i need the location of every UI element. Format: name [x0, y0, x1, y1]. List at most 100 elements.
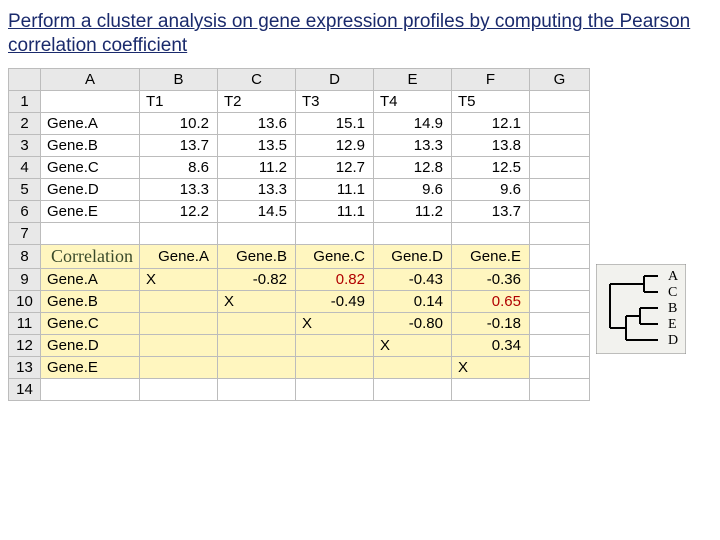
cell[interactable] — [529, 90, 589, 112]
cell[interactable]: 11.1 — [295, 200, 373, 222]
row-header[interactable]: 8 — [9, 244, 41, 268]
cell[interactable]: Gene.A — [41, 112, 140, 134]
cell[interactable]: Gene.B — [41, 134, 140, 156]
cell[interactable] — [217, 312, 295, 334]
row-header[interactable]: 4 — [9, 156, 41, 178]
cell[interactable] — [41, 378, 140, 400]
cell[interactable] — [217, 356, 295, 378]
cell[interactable]: Gene.E — [41, 356, 140, 378]
cell[interactable]: 13.3 — [217, 178, 295, 200]
row-header[interactable]: 14 — [9, 378, 41, 400]
col-header[interactable]: F — [451, 68, 529, 90]
cell[interactable]: 12.9 — [295, 134, 373, 156]
cell[interactable] — [295, 378, 373, 400]
cell[interactable]: 14.5 — [217, 200, 295, 222]
cell[interactable]: 12.8 — [373, 156, 451, 178]
row-header[interactable]: 6 — [9, 200, 41, 222]
cell[interactable]: 12.1 — [451, 112, 529, 134]
cell[interactable] — [529, 378, 589, 400]
cell[interactable]: -0.36 — [451, 268, 529, 290]
cell[interactable]: Gene.B — [41, 290, 140, 312]
cell[interactable]: 13.5 — [217, 134, 295, 156]
cell[interactable] — [139, 378, 217, 400]
cell[interactable]: 12.5 — [451, 156, 529, 178]
cell[interactable]: 13.3 — [139, 178, 217, 200]
cell[interactable] — [529, 112, 589, 134]
row-header[interactable]: 2 — [9, 112, 41, 134]
row-header[interactable]: 11 — [9, 312, 41, 334]
cell[interactable]: 0.65 — [451, 290, 529, 312]
row-header[interactable]: 7 — [9, 222, 41, 244]
cell[interactable] — [451, 378, 529, 400]
cell[interactable]: Gene.D — [41, 178, 140, 200]
cell[interactable]: 13.7 — [139, 134, 217, 156]
col-header[interactable]: D — [295, 68, 373, 90]
cell[interactable]: -0.49 — [295, 290, 373, 312]
cell[interactable]: Gene.B — [217, 244, 295, 268]
cell[interactable] — [373, 378, 451, 400]
cell[interactable]: 10.2 — [139, 112, 217, 134]
cell[interactable] — [41, 90, 140, 112]
cell[interactable] — [529, 222, 589, 244]
cell[interactable] — [295, 334, 373, 356]
cell[interactable] — [139, 222, 217, 244]
cell[interactable]: -0.82 — [217, 268, 295, 290]
cell[interactable]: T3 — [295, 90, 373, 112]
cell[interactable] — [217, 378, 295, 400]
cell[interactable] — [139, 334, 217, 356]
cell[interactable] — [139, 290, 217, 312]
cell[interactable]: 14.9 — [373, 112, 451, 134]
cell[interactable]: Gene.C — [295, 244, 373, 268]
cell[interactable] — [529, 134, 589, 156]
cell[interactable]: T5 — [451, 90, 529, 112]
cell[interactable]: Gene.D — [373, 244, 451, 268]
col-header[interactable]: E — [373, 68, 451, 90]
cell[interactable] — [529, 356, 589, 378]
row-header[interactable]: 9 — [9, 268, 41, 290]
cell[interactable]: Gene.E — [41, 200, 140, 222]
cell[interactable]: 13.6 — [217, 112, 295, 134]
col-header[interactable]: A — [41, 68, 140, 90]
cell[interactable] — [529, 200, 589, 222]
cell[interactable]: T4 — [373, 90, 451, 112]
cell[interactable]: 13.3 — [373, 134, 451, 156]
cell[interactable] — [529, 156, 589, 178]
cell[interactable]: X — [295, 312, 373, 334]
cell[interactable]: Gene.D — [41, 334, 140, 356]
cell[interactable] — [139, 356, 217, 378]
row-header[interactable]: 3 — [9, 134, 41, 156]
cell[interactable] — [451, 222, 529, 244]
cell[interactable] — [41, 222, 140, 244]
col-header[interactable]: G — [529, 68, 589, 90]
cell[interactable]: 11.2 — [373, 200, 451, 222]
cell[interactable] — [529, 244, 589, 268]
row-header[interactable]: 12 — [9, 334, 41, 356]
cell[interactable]: X — [373, 334, 451, 356]
correlation-label-cell[interactable]: Correlation — [41, 244, 140, 268]
cell[interactable] — [217, 222, 295, 244]
cell[interactable]: 13.8 — [451, 134, 529, 156]
cell[interactable] — [295, 222, 373, 244]
cell[interactable]: 0.14 — [373, 290, 451, 312]
cell[interactable]: 11.1 — [295, 178, 373, 200]
cell[interactable]: Gene.A — [41, 268, 140, 290]
cell[interactable]: 0.34 — [451, 334, 529, 356]
cell[interactable]: X — [451, 356, 529, 378]
cell[interactable]: 9.6 — [373, 178, 451, 200]
cell[interactable]: -0.18 — [451, 312, 529, 334]
cell[interactable]: 12.7 — [295, 156, 373, 178]
cell[interactable] — [529, 312, 589, 334]
cell[interactable] — [529, 334, 589, 356]
cell[interactable] — [529, 268, 589, 290]
row-header[interactable]: 10 — [9, 290, 41, 312]
row-header[interactable]: 1 — [9, 90, 41, 112]
cell[interactable]: X — [139, 268, 217, 290]
cell[interactable] — [373, 222, 451, 244]
cell[interactable]: 11.2 — [217, 156, 295, 178]
cell[interactable]: Gene.C — [41, 312, 140, 334]
cell[interactable] — [529, 290, 589, 312]
cell[interactable]: -0.43 — [373, 268, 451, 290]
cell[interactable]: 12.2 — [139, 200, 217, 222]
cell[interactable]: 8.6 — [139, 156, 217, 178]
cell[interactable]: Gene.C — [41, 156, 140, 178]
